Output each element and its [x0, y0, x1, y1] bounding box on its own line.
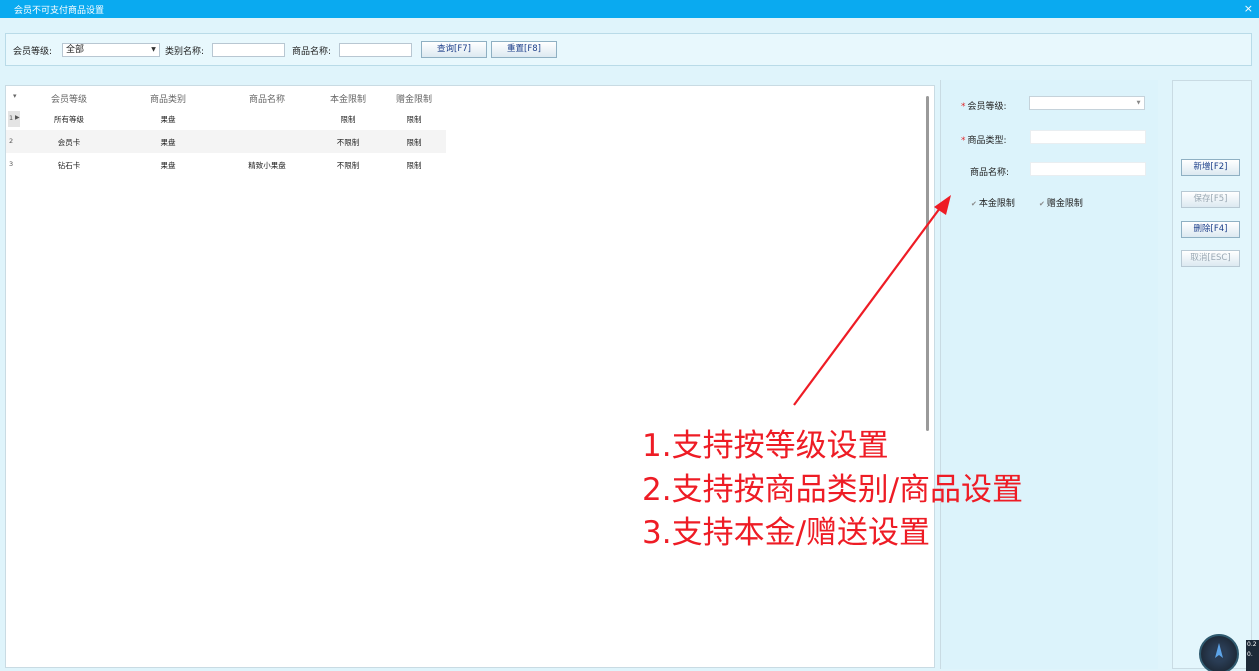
cell-category: 果盘 — [160, 138, 176, 147]
save-button[interactable]: 保存[F5] — [1181, 191, 1240, 208]
checkbox-check-icon: ✔ — [1039, 200, 1045, 208]
window-body: 会员等级: 全部 ▼ 类别名称: 商品名称: 查询[F7] 重置[F8] ▾ 会… — [0, 18, 1259, 671]
annotation-line-2: 2.支持按商品类别/商品设置 — [642, 472, 1024, 508]
cell-principal: 限制 — [340, 115, 356, 124]
cell-bonus: 限制 — [406, 161, 422, 170]
product-type-input[interactable] — [1030, 130, 1146, 144]
cell-bonus: 限制 — [406, 138, 422, 147]
required-mark: * — [961, 102, 966, 112]
widget-readout: 0.2 0. — [1246, 640, 1259, 671]
filter-panel: 会员等级: 全部 ▼ 类别名称: 商品名称: 查询[F7] 重置[F8] — [5, 33, 1252, 66]
row-index: 2 — [9, 137, 14, 145]
column-header-bonus[interactable]: 赠金限制 — [383, 92, 445, 105]
member-level-filter-label: 会员等级: — [13, 47, 53, 57]
product-input[interactable] — [339, 43, 412, 57]
principal-limit-checkbox[interactable]: ✔ 本金限制 — [971, 196, 1015, 209]
add-button[interactable]: 新增[F2] — [1181, 159, 1240, 176]
cell-member-level: 会员卡 — [57, 138, 81, 147]
action-panel: 新增[F2] 保存[F5] 删除[F4] 取消[ESC] — [1172, 80, 1252, 669]
sort-chevron-icon[interactable]: ▾ — [13, 92, 17, 100]
column-header-product[interactable]: 商品名称 — [226, 92, 308, 105]
product-filter-label: 商品名称: — [292, 47, 332, 57]
annotation-line-1: 1.支持按等级设置 — [642, 428, 889, 464]
row-index: 1 — [9, 114, 14, 122]
member-level-select[interactable]: 全部 ▼ — [62, 43, 160, 57]
cell-member-level: 所有等级 — [54, 115, 84, 124]
grid-scrollbar[interactable] — [926, 96, 929, 431]
checkbox-check-icon: ✔ — [971, 200, 977, 208]
cell-principal: 不限制 — [336, 138, 360, 147]
column-header-category[interactable]: 商品类别 — [127, 92, 209, 105]
table-row[interactable]: 1 ▶ 所有等级 果盘 限制 限制 — [6, 107, 446, 130]
edit-panel: * 会员等级: ▼ * 商品类型: 商品名称: ✔ 本金限制 ✔ 赠金限制 — [940, 80, 1158, 669]
annotation-line-3: 3.支持本金/赠送设置 — [642, 515, 931, 551]
product-name-input[interactable] — [1030, 162, 1146, 176]
chevron-down-icon[interactable]: ▼ — [1134, 98, 1143, 108]
data-grid: ▾ 会员等级 商品类别 商品名称 本金限制 赠金限制 1 ▶ 所有等级 果盘 限… — [5, 85, 935, 668]
cell-principal: 不限制 — [336, 161, 360, 170]
form-product-name-label: 商品名称: — [970, 168, 1010, 178]
close-icon[interactable]: × — [1244, 2, 1253, 15]
delete-button[interactable]: 删除[F4] — [1181, 221, 1240, 238]
form-member-level-label: * 会员等级: — [961, 102, 1007, 112]
category-filter-label: 类别名称: — [165, 47, 205, 57]
grid-header: ▾ 会员等级 商品类别 商品名称 本金限制 赠金限制 — [6, 86, 446, 106]
cell-product: 精致小果盘 — [248, 161, 286, 170]
row-index: 3 — [9, 160, 14, 168]
member-level-combobox[interactable]: ▼ — [1029, 96, 1145, 110]
required-mark: * — [961, 136, 966, 146]
column-header-member-level[interactable]: 会员等级 — [28, 92, 110, 105]
category-input[interactable] — [212, 43, 285, 57]
title-bar: 会员不可支付商品设置 × — [0, 0, 1259, 18]
cell-member-level: 钻石卡 — [57, 161, 81, 170]
bonus-limit-checkbox[interactable]: ✔ 赠金限制 — [1039, 196, 1083, 209]
chevron-down-icon[interactable]: ▼ — [149, 45, 158, 55]
table-row[interactable]: 3 钻石卡 果盘 精致小果盘 不限制 限制 — [6, 153, 446, 176]
window-title: 会员不可支付商品设置 — [14, 6, 105, 16]
cell-category: 果盘 — [160, 161, 176, 170]
column-header-principal[interactable]: 本金限制 — [317, 92, 379, 105]
speed-widget[interactable] — [1199, 634, 1239, 671]
cell-category: 果盘 — [160, 115, 176, 124]
cancel-button[interactable]: 取消[ESC] — [1181, 250, 1240, 267]
form-product-type-label: * 商品类型: — [961, 136, 1007, 146]
table-row[interactable]: 2 会员卡 果盘 不限制 限制 — [6, 130, 446, 153]
reset-button[interactable]: 重置[F8] — [491, 41, 557, 58]
query-button[interactable]: 查询[F7] — [421, 41, 487, 58]
current-row-arrow-icon: ▶ — [15, 114, 20, 121]
rocket-icon — [1215, 643, 1223, 658]
member-level-select-value: 全部 — [66, 45, 85, 55]
cell-bonus: 限制 — [406, 115, 422, 124]
